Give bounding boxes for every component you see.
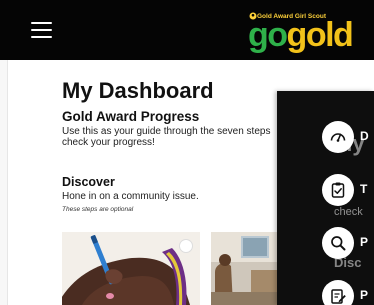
gogold-logo[interactable]: Gold Award Girl Scout gogold — [248, 10, 354, 54]
community-room-photo — [211, 232, 281, 305]
app-viewport: Gold Award Girl Scout gogold My Dashboar… — [0, 0, 374, 305]
discover-card-hand-writing[interactable] — [62, 232, 200, 305]
panel-item-take-action[interactable]: T — [322, 174, 374, 206]
top-navigation-bar: Gold Award Girl Scout gogold — [0, 0, 374, 60]
panel-item-label: P — [360, 288, 369, 302]
gold-award-progress-description: Use this as your guide through the seven… — [62, 126, 271, 148]
panel-item-label: D — [360, 129, 369, 143]
edit-document-icon — [331, 289, 346, 304]
discover-heading: Discover — [62, 175, 115, 189]
panel-item-label: T — [360, 182, 368, 196]
panel-ghost-text-check: check — [334, 206, 363, 218]
logo-wordmark: gogold — [248, 16, 354, 54]
panel-item-icon-circle — [322, 121, 354, 153]
panel-item-discover[interactable]: D — [322, 121, 374, 153]
panel-item-label: P — [360, 235, 369, 249]
panel-item-plan[interactable]: P — [322, 227, 374, 259]
magnifier-icon — [331, 236, 346, 251]
hamburger-menu-icon[interactable] — [31, 21, 52, 39]
gold-award-progress-heading: Gold Award Progress — [62, 109, 200, 124]
discover-description: Hone in on a community issue. — [62, 191, 199, 202]
left-page-edge — [0, 60, 8, 305]
panel-item-present[interactable]: P — [322, 280, 374, 305]
panel-item-icon-circle — [322, 174, 354, 206]
logo-word-gold: gold — [286, 16, 354, 54]
gauge-icon — [330, 133, 346, 142]
panel-item-icon-circle — [322, 227, 354, 259]
card-select-toggle[interactable] — [179, 239, 193, 253]
optional-steps-note: These steps are optional — [62, 206, 134, 213]
clipboard-check-icon — [331, 182, 345, 198]
side-steps-panel: My check Disc D T — [277, 91, 374, 305]
discover-card-community-room[interactable] — [211, 232, 281, 305]
panel-item-icon-circle — [322, 280, 354, 305]
page-title: My Dashboard — [62, 78, 214, 103]
logo-word-go: go — [248, 16, 288, 54]
